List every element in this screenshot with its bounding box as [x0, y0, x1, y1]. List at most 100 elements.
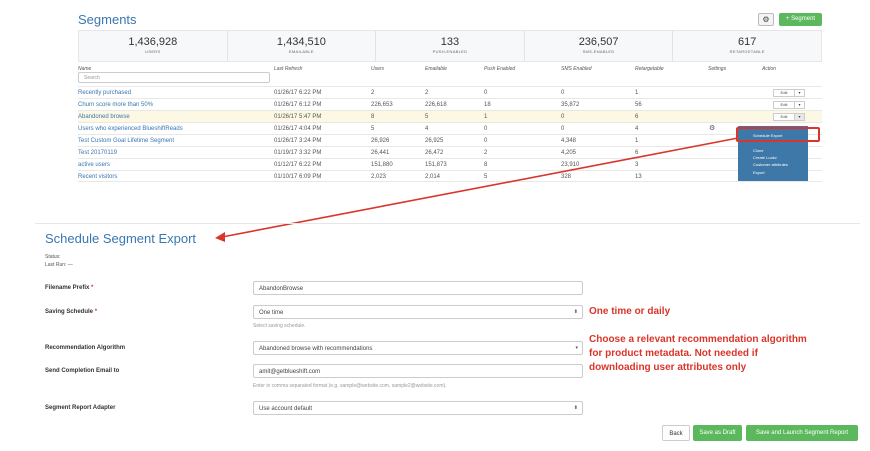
cell-emailable: 4	[425, 126, 429, 132]
edit-button[interactable]: Edit	[773, 113, 795, 121]
chevron-down-icon[interactable]: ▾	[795, 113, 805, 121]
recommendation-algorithm-select[interactable]: Abandoned browse with recommendations ▾	[253, 341, 583, 355]
col-header-emailable[interactable]: Emailable	[425, 66, 447, 72]
back-button[interactable]: Back	[662, 425, 690, 441]
algorithm-annotation: Choose a relevant recommendation algorit…	[589, 334, 807, 373]
stats-bar: 1,436,928 USERS 1,434,510 EMAILABLE 133 PUS…	[78, 30, 822, 62]
cell-refresh: 01/12/17 6:22 PM	[274, 162, 322, 168]
edit-button[interactable]: Edit	[773, 101, 795, 109]
cell-sms: 0	[561, 126, 565, 132]
algorithm-label: Recommendation Algorithm	[45, 345, 126, 351]
cell-refresh: 01/19/17 3:32 PM	[274, 150, 322, 156]
cell-retarget: 1	[635, 90, 639, 96]
highlight-box	[736, 127, 820, 142]
cell-users: 26,926	[371, 138, 390, 144]
settings-button[interactable]: ⚙	[758, 13, 774, 26]
table-row: active users 01/12/17 6:22 PM 151,880 15…	[78, 158, 822, 170]
col-header-push-enabled[interactable]: Push Enabled	[484, 66, 515, 72]
last-run-label: Last Run: —	[45, 262, 73, 268]
cell-sms: 4,205	[561, 150, 577, 156]
segment-name-link[interactable]: Recently purchased	[78, 90, 131, 96]
col-header-sms-enabled[interactable]: SMS Enabled	[561, 66, 592, 72]
cell-emailable: 26,925	[425, 138, 444, 144]
col-header-users[interactable]: Users	[371, 66, 384, 72]
segment-name-link[interactable]: Abandoned browse	[78, 114, 130, 120]
menu-item-export[interactable]: Export	[753, 170, 765, 175]
cell-users: 2	[371, 90, 375, 96]
edit-action-group: Edit ▾	[773, 113, 805, 121]
email-label: Send Completion Email to	[45, 368, 120, 374]
cell-emailable: 226,618	[425, 102, 447, 108]
cell-emailable: 5	[425, 114, 429, 120]
settings-gear-icon[interactable]: ⚙	[709, 124, 715, 132]
cell-push: 0	[484, 138, 488, 144]
cell-push: 8	[484, 162, 488, 168]
stat-emailable: 1,434,510 EMAILABLE	[228, 31, 377, 61]
select-arrows-icon: ⬍	[573, 309, 578, 315]
page-title: Segments	[78, 12, 137, 27]
menu-item-clone[interactable]: Clone	[753, 148, 763, 153]
saving-schedule-select[interactable]: One time ⬍	[253, 305, 583, 319]
filename-label: Filename Prefix *	[45, 285, 94, 291]
chevron-down-icon[interactable]: ▾	[795, 101, 805, 109]
chevron-down-icon: ▾	[575, 345, 578, 351]
cell-sms: 0	[561, 114, 565, 120]
cell-push: 0	[484, 90, 488, 96]
cell-users: 2,023	[371, 174, 387, 180]
cell-push: 2	[484, 150, 488, 156]
schedule-annotation: One time or daily	[589, 306, 671, 317]
segment-name-link[interactable]: Test 20170119	[78, 150, 117, 156]
cell-users: 226,653	[371, 102, 393, 108]
report-adapter-select[interactable]: Use account default ⬍	[253, 401, 583, 415]
menu-item-customer-attributes[interactable]: Customer attributes	[753, 162, 788, 167]
cell-retarget: 6	[635, 114, 639, 120]
segment-name-link[interactable]: Test Custom Goal Lifetime Segment	[78, 138, 174, 144]
status-label: Status:	[45, 254, 61, 260]
cell-retarget: 6	[635, 150, 639, 156]
completion-email-input[interactable]: amit@getblueshift.com	[253, 364, 583, 378]
segment-name-link[interactable]: Churn score more than 50%	[78, 102, 153, 108]
section-divider	[35, 223, 860, 224]
email-help-text: Enter in comma separated format (e.g. sa…	[253, 383, 447, 389]
table-row: Recent visitors 01/10/17 6:09 PM 2,023 2…	[78, 170, 822, 182]
search-input[interactable]: Search	[78, 72, 270, 83]
cell-push: 0	[484, 126, 488, 132]
table-row: Test 20170119 01/19/17 3:32 PM 26,441 26…	[78, 146, 822, 158]
chevron-down-icon[interactable]: ▾	[795, 89, 805, 97]
schedule-help-text: Select saving schedule.	[253, 323, 306, 329]
col-header-settings: Settings	[708, 66, 727, 72]
save-launch-button[interactable]: Save and Launch Segment Report	[746, 425, 858, 441]
form-title: Schedule Segment Export	[45, 231, 197, 246]
status-block: Status: Last Run: —	[45, 253, 73, 269]
table-row: Users who experienced BlueshiftReads 01/…	[78, 122, 822, 134]
cell-refresh: 01/26/17 4:04 PM	[274, 126, 322, 132]
cell-retarget: 1	[635, 138, 639, 144]
cell-users: 5	[371, 126, 375, 132]
col-header-retargetable[interactable]: Retargetable	[635, 66, 664, 72]
cell-refresh: 01/26/17 6:12 PM	[274, 102, 322, 108]
add-segment-button[interactable]: + Segment	[779, 13, 822, 26]
cell-users: 8	[371, 114, 375, 120]
segment-name-link[interactable]: active users	[78, 162, 110, 168]
menu-item-create-lookalike[interactable]: Create Lookv	[753, 155, 777, 160]
filename-prefix-input[interactable]: AbandonBrowse	[253, 281, 583, 295]
cell-push: 18	[484, 102, 491, 108]
cell-emailable: 2,014	[425, 174, 441, 180]
cell-push: 5	[484, 174, 488, 180]
cell-refresh: 01/26/17 5:47 PM	[274, 114, 322, 120]
table-row: Test Custom Goal Lifetime Segment 01/26/…	[78, 134, 822, 146]
cell-retarget: 3	[635, 162, 639, 168]
cell-retarget: 4	[635, 126, 639, 132]
col-header-last-refresh[interactable]: Last Refresh	[274, 66, 302, 72]
save-draft-button[interactable]: Save as Draft	[693, 425, 742, 441]
edit-button[interactable]: Edit	[773, 89, 795, 97]
cell-sms: 328	[561, 174, 572, 180]
table-row: Churn score more than 50% 01/26/17 6:12 …	[78, 98, 822, 110]
segment-name-link[interactable]: Recent visitors	[78, 174, 117, 180]
cell-users: 151,880	[371, 162, 393, 168]
cell-sms: 0	[561, 90, 565, 96]
stat-users: 1,436,928 USERS	[79, 31, 228, 61]
segment-name-link[interactable]: Users who experienced BlueshiftReads	[78, 126, 183, 132]
col-header-action: Action	[762, 66, 776, 72]
schedule-label: Saving Schedule *	[45, 309, 98, 315]
